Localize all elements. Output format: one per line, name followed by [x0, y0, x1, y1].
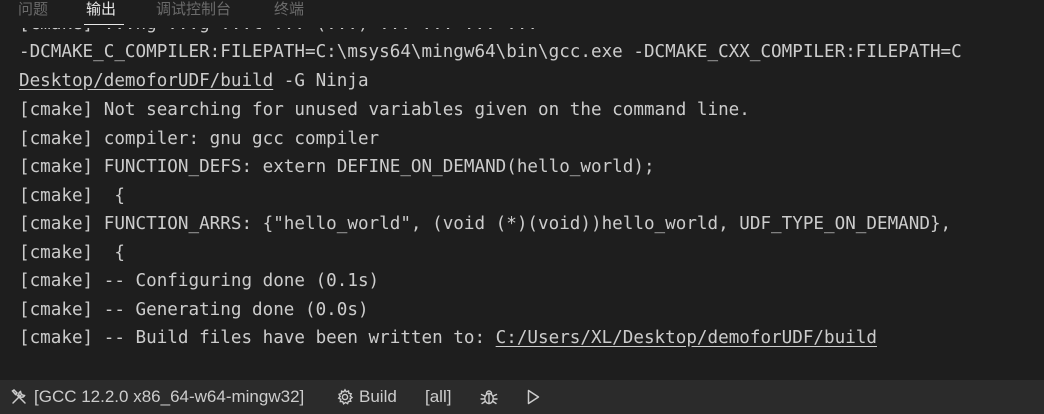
- output-line: -DCMAKE_C_COMPILER:FILEPATH=C:\msys64\mi…: [19, 42, 962, 62]
- tab-terminal[interactable]: 终端: [274, 0, 304, 28]
- bug-icon: [479, 387, 499, 407]
- play-icon: [524, 388, 542, 406]
- output-line: Desktop/demoforUDF/build -G Ninja: [19, 69, 369, 93]
- build-target-selector[interactable]: [all]: [425, 380, 451, 414]
- build-label: Build: [359, 387, 397, 406]
- output-line: [cmake] -- Build files have been written…: [19, 326, 877, 350]
- tab-problems[interactable]: 问题: [18, 0, 48, 28]
- output-line: [cmake] compiler: gnu gcc compiler: [19, 129, 380, 149]
- gear-icon: [336, 388, 354, 406]
- output-line: [cmake] FUNCTION_ARRS: {"hello_world", (…: [19, 214, 952, 234]
- build-button[interactable]: Build: [336, 380, 397, 414]
- output-line: [cmake] {: [19, 243, 125, 263]
- panel-tabs: 问题 输出 调试控制台 终端: [0, 0, 1044, 28]
- output-line: [cmake] -- Generating done (0.0s): [19, 300, 369, 320]
- active-tab-indicator: [84, 24, 124, 25]
- build-target-label: [all]: [425, 387, 452, 406]
- output-line: [cmake] Not searching for unused variabl…: [19, 100, 750, 120]
- tab-debug-console[interactable]: 调试控制台: [156, 0, 231, 28]
- debug-button[interactable]: [479, 380, 499, 414]
- output-panel[interactable]: [cmake] ...ng ...g ...t ... (...) ... ..…: [0, 28, 1044, 380]
- tools-icon: [10, 388, 28, 406]
- output-line-text: -G Ninja: [273, 71, 369, 91]
- output-line: [cmake] {: [19, 186, 125, 206]
- output-path-link[interactable]: Desktop/demoforUDF/build: [19, 71, 273, 91]
- run-button[interactable]: [524, 380, 542, 414]
- output-line-text: [cmake] -- Build files have been written…: [19, 328, 496, 348]
- output-line: [cmake] FUNCTION_DEFS: extern DEFINE_ON_…: [19, 157, 655, 177]
- output-path-link[interactable]: C:/Users/XL/Desktop/demoforUDF/build: [496, 328, 877, 348]
- status-bar: [GCC 12.2.0 x86_64-w64-mingw32] Build [a…: [0, 380, 1044, 414]
- active-kit[interactable]: [GCC 12.2.0 x86_64-w64-mingw32]: [10, 380, 304, 414]
- kit-label: [GCC 12.2.0 x86_64-w64-mingw32]: [34, 387, 305, 406]
- output-line-partial: [cmake] ...ng ...g ...t ... (...) ... ..…: [19, 28, 538, 36]
- output-line: [cmake] -- Configuring done (0.1s): [19, 271, 380, 291]
